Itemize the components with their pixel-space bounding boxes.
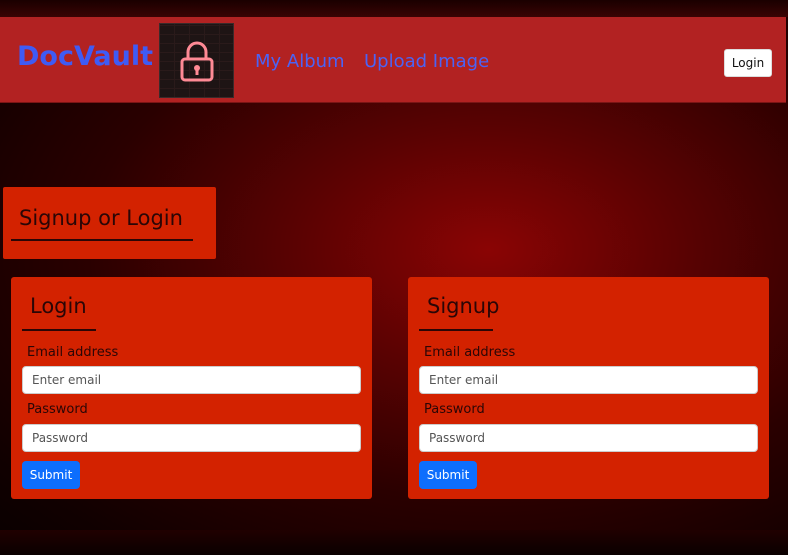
page-heading-box: Signup or Login bbox=[3, 187, 216, 259]
page-title-underline bbox=[11, 239, 193, 241]
nav-link-my-album[interactable]: My Album bbox=[255, 51, 345, 72]
nav-link-upload-image[interactable]: Upload Image bbox=[364, 51, 489, 72]
login-email-label: Email address bbox=[27, 345, 119, 360]
page-bottom-band bbox=[0, 530, 788, 555]
signup-title-underline bbox=[419, 329, 493, 331]
signup-card: Signup Email address Password Submit bbox=[408, 277, 769, 499]
login-email-input[interactable] bbox=[22, 366, 361, 394]
brand-link[interactable]: DocVault bbox=[17, 41, 153, 72]
login-title-underline bbox=[22, 329, 96, 331]
login-password-input[interactable] bbox=[22, 424, 361, 452]
navbar: DocVault My Album Upload Image Login bbox=[0, 17, 786, 103]
signup-email-input[interactable] bbox=[419, 366, 758, 394]
signup-email-label: Email address bbox=[424, 345, 516, 360]
logo[interactable] bbox=[159, 23, 234, 98]
login-card-title: Login bbox=[30, 294, 87, 318]
signup-card-title: Signup bbox=[427, 294, 500, 318]
signup-submit-button[interactable]: Submit bbox=[419, 461, 477, 489]
signup-password-input[interactable] bbox=[419, 424, 758, 452]
login-button[interactable]: Login bbox=[724, 49, 772, 77]
login-password-label: Password bbox=[27, 402, 88, 417]
page-title: Signup or Login bbox=[19, 206, 183, 230]
login-submit-button[interactable]: Submit bbox=[22, 461, 80, 489]
signup-password-label: Password bbox=[424, 402, 485, 417]
login-card: Login Email address Password Submit bbox=[11, 277, 372, 499]
padlock-icon bbox=[180, 41, 213, 81]
page-top-band bbox=[0, 0, 788, 17]
